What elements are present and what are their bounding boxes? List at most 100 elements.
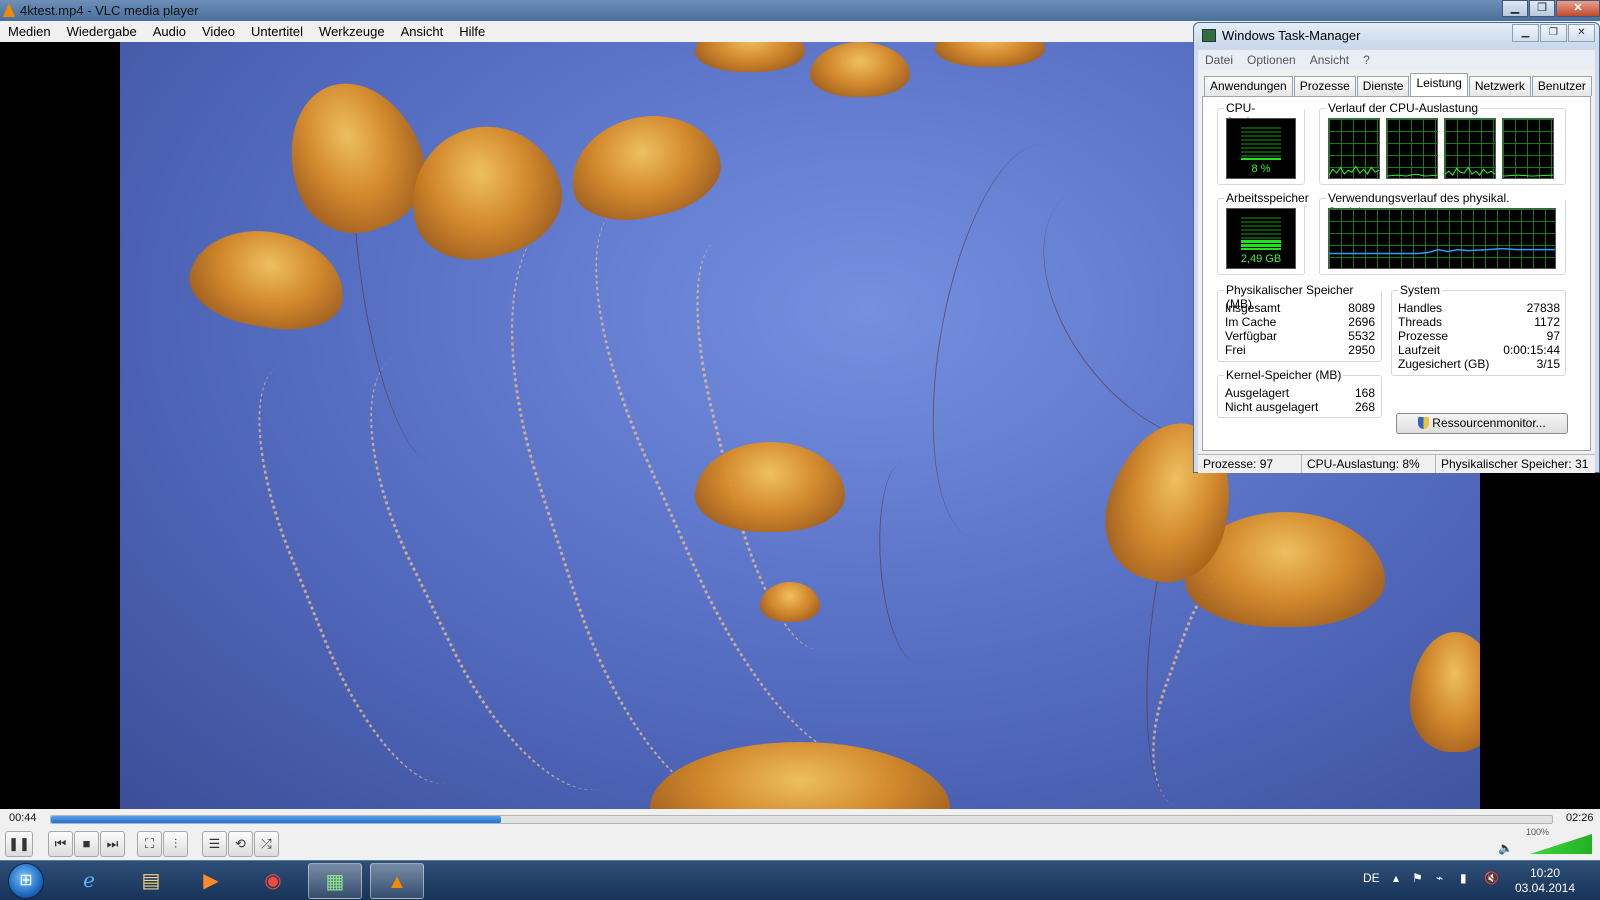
system-row: Handles 27838: [1398, 301, 1560, 316]
tm-minimize-button[interactable]: ▁: [1512, 24, 1539, 42]
memory-group: Arbeitsspeicher 2,49 GB: [1217, 191, 1311, 275]
tab-strip: Anwendungen Prozesse Dienste Leistung Ne…: [1204, 73, 1593, 96]
cpu-core-graph-1: [1328, 118, 1380, 179]
show-hidden-icons-icon[interactable]: ▴: [1393, 871, 1399, 885]
row-label: Insgesamt: [1225, 301, 1281, 315]
maximize-button[interactable]: ❐: [1529, 0, 1555, 17]
task-manager-window: Windows Task-Manager ▁ ❐ ✕ Datei Optione…: [1193, 22, 1600, 473]
menu-video[interactable]: Video: [194, 24, 243, 39]
menu-audio[interactable]: Audio: [145, 24, 194, 39]
window-title: 4ktest.mp4 - VLC media player: [20, 3, 199, 18]
close-button[interactable]: ✕: [1556, 0, 1600, 17]
start-button[interactable]: ⊞: [8, 863, 44, 899]
extended-settings-button[interactable]: ⫶: [163, 831, 188, 857]
cpu-history-group: Verlauf der CPU-Auslastung: [1319, 101, 1566, 185]
tm-close-button[interactable]: ✕: [1568, 24, 1595, 42]
system-group: System Handles 27838 Threads 1172 Prozes…: [1391, 283, 1566, 376]
physical-row: Frei 2950: [1225, 343, 1375, 358]
speaker-icon[interactable]: 🔈: [1498, 841, 1513, 855]
next-button[interactable]: ⏭: [100, 831, 125, 857]
system-row: Laufzeit 0:00:15:44: [1398, 343, 1560, 358]
menu-untertitel[interactable]: Untertitel: [243, 24, 311, 39]
row-value: 5532: [1348, 329, 1375, 343]
menu-wiedergabe[interactable]: Wiedergabe: [59, 24, 145, 39]
volume-slider[interactable]: [1530, 834, 1592, 854]
shuffle-button[interactable]: ⤮: [254, 831, 279, 857]
physical-row: Verfügbar 5532: [1225, 329, 1375, 344]
row-value: 27838: [1526, 301, 1560, 315]
explorer-folder-icon[interactable]: ▤: [124, 863, 178, 899]
tm-menu-optionen[interactable]: Optionen: [1240, 53, 1303, 67]
task-manager-title: Windows Task-Manager: [1222, 28, 1361, 43]
row-value: 2696: [1348, 315, 1375, 329]
previous-button[interactable]: ⏮: [48, 831, 73, 857]
stop-button[interactable]: ■: [74, 831, 99, 857]
row-label: Verfügbar: [1225, 329, 1278, 343]
menu-medien[interactable]: Medien: [0, 24, 59, 39]
menu-hilfe[interactable]: Hilfe: [451, 24, 493, 39]
task-manager-icon: [1202, 29, 1216, 42]
row-label: Frei: [1225, 343, 1246, 357]
loop-button[interactable]: ⟲: [228, 831, 253, 857]
window-controls: ▁ ❐ ✕: [1501, 0, 1600, 18]
total-time: 02:26: [1566, 812, 1594, 824]
tm-menu-help[interactable]: ?: [1356, 53, 1377, 67]
jellyfish: [1410, 632, 1480, 752]
system-row: Threads 1172: [1398, 315, 1560, 330]
media-player-icon[interactable]: ▶: [184, 863, 238, 899]
fullscreen-button[interactable]: ⛶: [137, 831, 162, 857]
row-label: Im Cache: [1225, 315, 1277, 329]
tray-clock[interactable]: 10:20 03.04.2014: [1505, 866, 1585, 896]
tab-benutzer[interactable]: Benutzer: [1531, 76, 1592, 96]
internet-explorer-icon[interactable]: ℯ: [62, 863, 116, 899]
tab-prozesse[interactable]: Prozesse: [1293, 76, 1356, 96]
seek-bar[interactable]: [50, 815, 1553, 824]
system-row: Zugesichert (GB) 3/15: [1398, 357, 1560, 372]
cpu-core-graph-4: [1502, 118, 1554, 179]
resource-monitor-button[interactable]: Ressourcenmonitor...: [1396, 413, 1568, 434]
status-cpu: CPU-Auslastung: 8%: [1302, 455, 1436, 473]
chrome-icon[interactable]: ◉: [246, 863, 300, 899]
task-manager-title-bar[interactable]: Windows Task-Manager ▁ ❐ ✕: [1194, 23, 1599, 49]
tab-netzwerk[interactable]: Netzwerk: [1468, 76, 1531, 96]
menu-ansicht[interactable]: Ansicht: [393, 24, 452, 39]
vlc-taskbar-icon[interactable]: ▲: [370, 863, 424, 899]
menu-werkzeuge[interactable]: Werkzeuge: [311, 24, 393, 39]
network-icon[interactable]: ▮: [1460, 871, 1467, 885]
cpu-history-title: Verlauf der CPU-Auslastung: [1326, 101, 1481, 115]
kernel-row: Nicht ausgelagert 268: [1225, 400, 1375, 415]
tab-dienste[interactable]: Dienste: [1356, 76, 1410, 96]
resource-monitor-label: Ressourcenmonitor...: [1432, 416, 1546, 430]
cpu-value: 8 %: [1251, 163, 1271, 175]
task-manager-taskbar-icon[interactable]: ▦: [308, 863, 362, 899]
volume-muted-icon[interactable]: 🔇: [1484, 871, 1499, 885]
language-indicator[interactable]: DE: [1363, 871, 1380, 885]
tm-maximize-button[interactable]: ❐: [1540, 24, 1567, 42]
row-value: 2950: [1348, 343, 1375, 357]
vlc-title-bar[interactable]: 4ktest.mp4 - VLC media player ▁ ❐ ✕: [0, 0, 1600, 21]
row-label: Laufzeit: [1398, 343, 1441, 357]
tm-menu-datei[interactable]: Datei: [1198, 53, 1240, 67]
playlist-button[interactable]: ☰: [202, 831, 227, 857]
minimize-button[interactable]: ▁: [1502, 0, 1528, 17]
jellyfish: [695, 42, 805, 72]
status-memory: Physikalischer Speicher: 31: [1441, 457, 1589, 471]
action-center-icon[interactable]: ⚑: [1412, 871, 1423, 885]
tab-anwendungen[interactable]: Anwendungen: [1204, 76, 1293, 96]
jellyfish: [935, 42, 1045, 67]
memory-meter-fill: [1241, 238, 1281, 250]
jellyfish: [760, 582, 820, 622]
task-manager-body: Anwendungen Prozesse Dienste Leistung Ne…: [1198, 70, 1595, 454]
row-label: Nicht ausgelagert: [1225, 400, 1319, 414]
taskbar: ⊞ ℯ ▤ ▶ ◉ ▦ ▲ DE ▴ ⚑ ⌁ ▮ 🔇 10:20 03.04.2…: [0, 860, 1600, 900]
cpu-group: CPU-Auslastung 8 %: [1217, 101, 1305, 185]
pause-button[interactable]: ❚❚: [5, 831, 33, 857]
power-icon[interactable]: ⌁: [1436, 871, 1443, 885]
status-processes: Prozesse: 97: [1198, 455, 1302, 473]
physical-memory-group: Physikalischer Speicher (MB) Insgesamt 8…: [1217, 283, 1382, 362]
tab-leistung[interactable]: Leistung: [1410, 73, 1468, 96]
row-label: Handles: [1398, 301, 1443, 315]
tm-menu-ansicht[interactable]: Ansicht: [1303, 53, 1356, 67]
elapsed-time: 00:44: [9, 812, 37, 824]
cpu-meter: 8 %: [1226, 118, 1296, 179]
